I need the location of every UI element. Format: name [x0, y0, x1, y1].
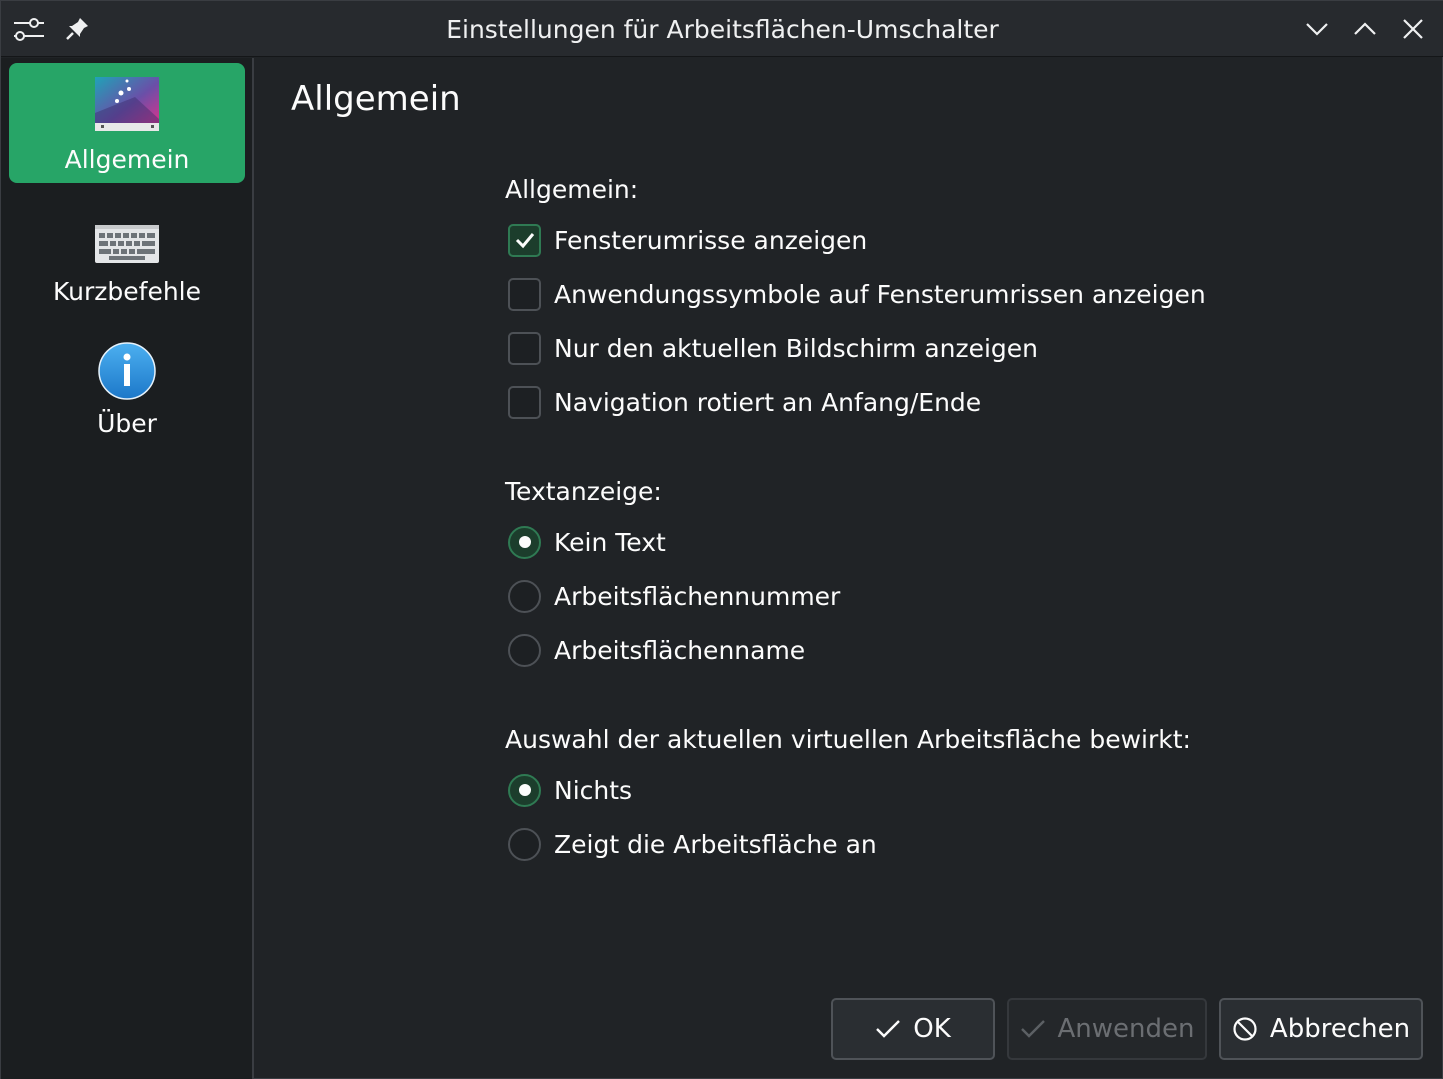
sidebar-item-label: Allgemein — [64, 145, 190, 174]
checkbox-show-window-outlines[interactable]: Fensterumrisse anzeigen — [508, 222, 867, 258]
checkbox[interactable] — [508, 331, 541, 365]
cancel-button[interactable]: Abbrechen — [1219, 998, 1423, 1060]
page-title: Allgemein — [291, 79, 461, 119]
radio-button[interactable] — [508, 525, 541, 559]
checkbox[interactable] — [508, 277, 541, 311]
close-button[interactable] — [1395, 11, 1431, 47]
radio-label: Nichts — [554, 775, 633, 805]
titlebar: Einstellungen für Arbeitsflächen-Umschal… — [1, 1, 1443, 57]
radio-desktop-name[interactable]: Arbeitsflächenname — [508, 632, 805, 668]
selection-group-label: Auswahl der aktuellen virtuellen Arbeits… — [505, 725, 1191, 754]
checkbox-label: Fensterumrisse anzeigen — [554, 225, 868, 255]
checkmark-icon — [1020, 1020, 1045, 1038]
radio-button[interactable] — [508, 773, 541, 807]
checkmark-icon — [515, 233, 534, 249]
close-icon — [1403, 19, 1423, 39]
radio-show-desktop[interactable]: Zeigt die Arbeitsfläche an — [508, 826, 877, 862]
radio-button[interactable] — [508, 827, 541, 861]
text-display-group-label: Textanzeige: — [505, 477, 662, 506]
checkbox[interactable] — [508, 385, 541, 419]
sidebar-item-label: Über — [97, 409, 157, 438]
sidebar: Allgemein Kurzbefehle Über — [1, 58, 254, 1079]
checkbox-show-app-icons[interactable]: Anwendungssymbole auf Fensterumrissen an… — [508, 276, 1206, 312]
sidebar-item-label: Kurzbefehle — [53, 277, 201, 306]
radio-desktop-number[interactable]: Arbeitsflächennummer — [508, 578, 840, 614]
info-icon — [98, 342, 156, 400]
sidebar-item-ueber[interactable]: Über — [9, 327, 245, 447]
sidebar-item-allgemein[interactable]: Allgemein — [9, 63, 245, 183]
radio-label: Kein Text — [554, 527, 666, 557]
radio-label: Zeigt die Arbeitsfläche an — [554, 829, 877, 859]
chevron-down-icon — [1306, 23, 1328, 36]
apply-button[interactable]: Anwenden — [1007, 998, 1207, 1060]
radio-label: Arbeitsflächennummer — [554, 581, 841, 611]
checkbox-label: Nur den aktuellen Bildschirm anzeigen — [554, 333, 1039, 363]
radio-nothing[interactable]: Nichts — [508, 772, 632, 808]
checkbox-current-screen-only[interactable]: Nur den aktuellen Bildschirm anzeigen — [508, 330, 1038, 366]
checkbox-label: Navigation rotiert an Anfang/Ende — [554, 387, 982, 417]
radio-label: Arbeitsflächenname — [554, 635, 806, 665]
checkbox-label: Anwendungssymbole auf Fensterumrissen an… — [554, 279, 1206, 309]
apply-button-label: Anwenden — [1057, 1014, 1195, 1044]
checkbox-navigation-wraps[interactable]: Navigation rotiert an Anfang/Ende — [508, 384, 981, 420]
cancel-button-label: Abbrechen — [1269, 1014, 1411, 1044]
keyboard-icon — [95, 225, 159, 263]
ok-button-label: OK — [913, 1014, 951, 1044]
radio-no-text[interactable]: Kein Text — [508, 524, 666, 560]
general-group-label: Allgemein: — [505, 175, 639, 204]
maximize-button[interactable] — [1347, 11, 1383, 47]
settings-window: Einstellungen für Arbeitsflächen-Umschal… — [0, 0, 1443, 1079]
checkbox[interactable] — [508, 223, 541, 257]
checkmark-icon — [876, 1020, 901, 1038]
radio-button[interactable] — [508, 633, 541, 667]
sidebar-item-kurzbefehle[interactable]: Kurzbefehle — [9, 195, 245, 315]
ok-button[interactable]: OK — [831, 998, 995, 1060]
cancel-icon — [1233, 1017, 1257, 1041]
radio-button[interactable] — [508, 579, 541, 613]
window-title: Einstellungen für Arbeitsflächen-Umschal… — [446, 15, 999, 44]
desktop-pager-icon — [95, 77, 159, 131]
chevron-up-icon — [1354, 22, 1376, 35]
minimize-button[interactable] — [1299, 11, 1335, 47]
